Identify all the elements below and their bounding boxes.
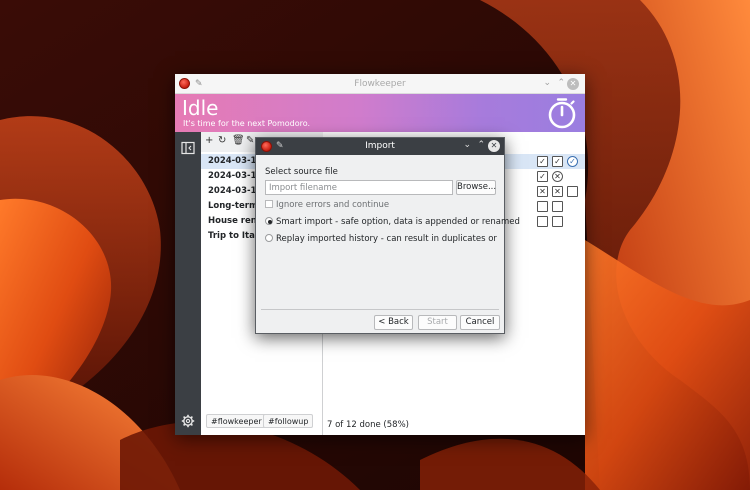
pomodoro-done-icon: ✓ [552,156,563,167]
replay-history-label: Replay imported history - can result in … [276,234,497,244]
ignore-errors-label: Ignore errors and continue [276,200,390,210]
pomodoro-empty-icon [567,186,578,197]
dialog-titlebar[interactable]: ✎ Import ⌄ ⌃ ✕ [256,138,504,155]
tag-button[interactable]: #flowkeeper [206,414,267,428]
pomodoro-done-icon: ✓ [537,171,548,182]
minimize-icon[interactable]: ⌄ [463,140,471,150]
main-titlebar[interactable]: ✎ Flowkeeper ⌄ ⌃ ✕ [175,74,585,94]
pomodoro-empty-icon [537,216,548,227]
timer-subtitle: It's time for the next Pomodoro. [183,119,311,128]
plus-icon[interactable]: + [205,135,213,146]
smart-import-label: Smart import - safe option, data is appe… [276,217,520,227]
close-icon[interactable]: ✕ [567,78,579,90]
refresh-icon[interactable]: ↻ [218,135,226,146]
cancel-button[interactable]: Cancel [460,315,500,330]
radio-button[interactable] [265,234,273,242]
pomodoro-empty-icon [537,201,548,212]
filename-input[interactable] [265,180,453,195]
delete-icon[interactable]: 🗑 [232,135,245,146]
ignore-errors-checkbox[interactable]: Ignore errors and continue [265,200,389,210]
smart-import-radio[interactable]: Smart import - safe option, data is appe… [265,217,520,227]
back-button[interactable]: < Back [374,315,413,330]
pomodoro-running-icon: ✓ [567,156,578,167]
left-sidebar [175,132,201,435]
pomodoro-empty-icon [552,201,563,212]
window-title: Flowkeeper [354,79,406,89]
import-dialog: ✎ Import ⌄ ⌃ ✕ Select source file Browse… [255,137,520,334]
replay-history-radio[interactable]: Replay imported history - can result in … [265,234,497,244]
browse-button[interactable]: Browse... [456,180,496,195]
dialog-divider [261,309,499,310]
progress-status: 7 of 12 done (58%) [327,420,409,430]
pomodoro-void-icon: ✕ [552,171,563,182]
checkbox-box[interactable] [265,200,273,208]
radio-button[interactable] [265,217,273,225]
edit-icon[interactable]: ✎ [246,135,254,146]
timer-icon[interactable] [545,96,579,130]
timer-state: Idle [182,96,219,120]
pomodoro-void-icon: ✕ [552,186,563,197]
collapse-sidebar-icon[interactable] [181,141,195,155]
pomodoro-empty-icon [552,216,563,227]
maximize-icon[interactable]: ⌃ [477,140,485,150]
pomodoro-done-icon: ✓ [537,156,548,167]
minimize-icon[interactable]: ⌄ [543,78,551,88]
close-icon[interactable]: ✕ [488,140,500,152]
status-header: Idle It's time for the next Pomodoro. [175,94,585,132]
start-button[interactable]: Start [418,315,457,330]
maximize-icon[interactable]: ⌃ [557,78,565,88]
tag-button[interactable]: #followup [263,414,314,428]
settings-icon[interactable] [181,414,195,428]
pomodoro-void-icon: ✕ [537,186,548,197]
source-file-label: Select source file [265,167,338,177]
